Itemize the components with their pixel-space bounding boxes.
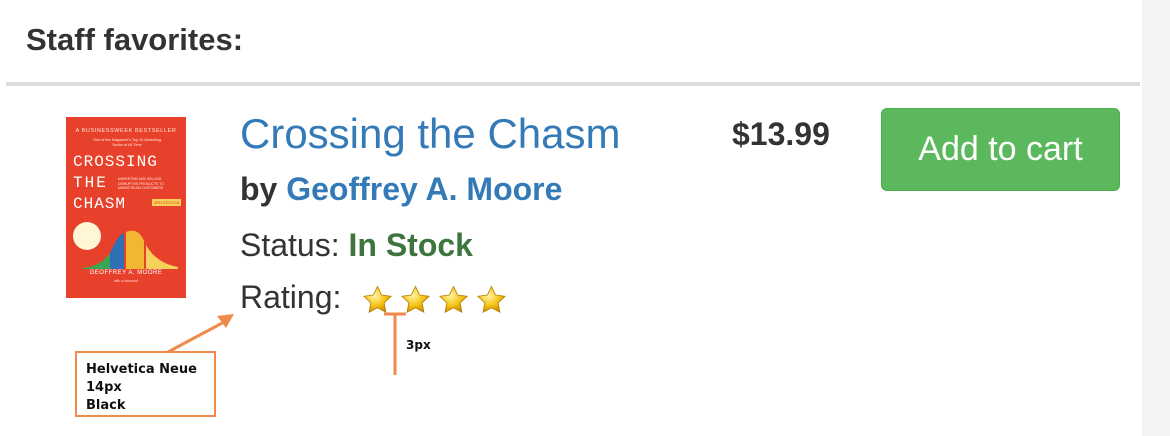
font-note-family: Helvetica Neue (86, 362, 197, 377)
font-note-color: Black (86, 398, 126, 413)
star-gap-annotation: 3px (406, 338, 431, 352)
font-note-size: 14px (86, 380, 122, 395)
font-annotation-box: Helvetica Neue 14px Black (75, 351, 216, 417)
font-callout-arrow (167, 319, 227, 354)
